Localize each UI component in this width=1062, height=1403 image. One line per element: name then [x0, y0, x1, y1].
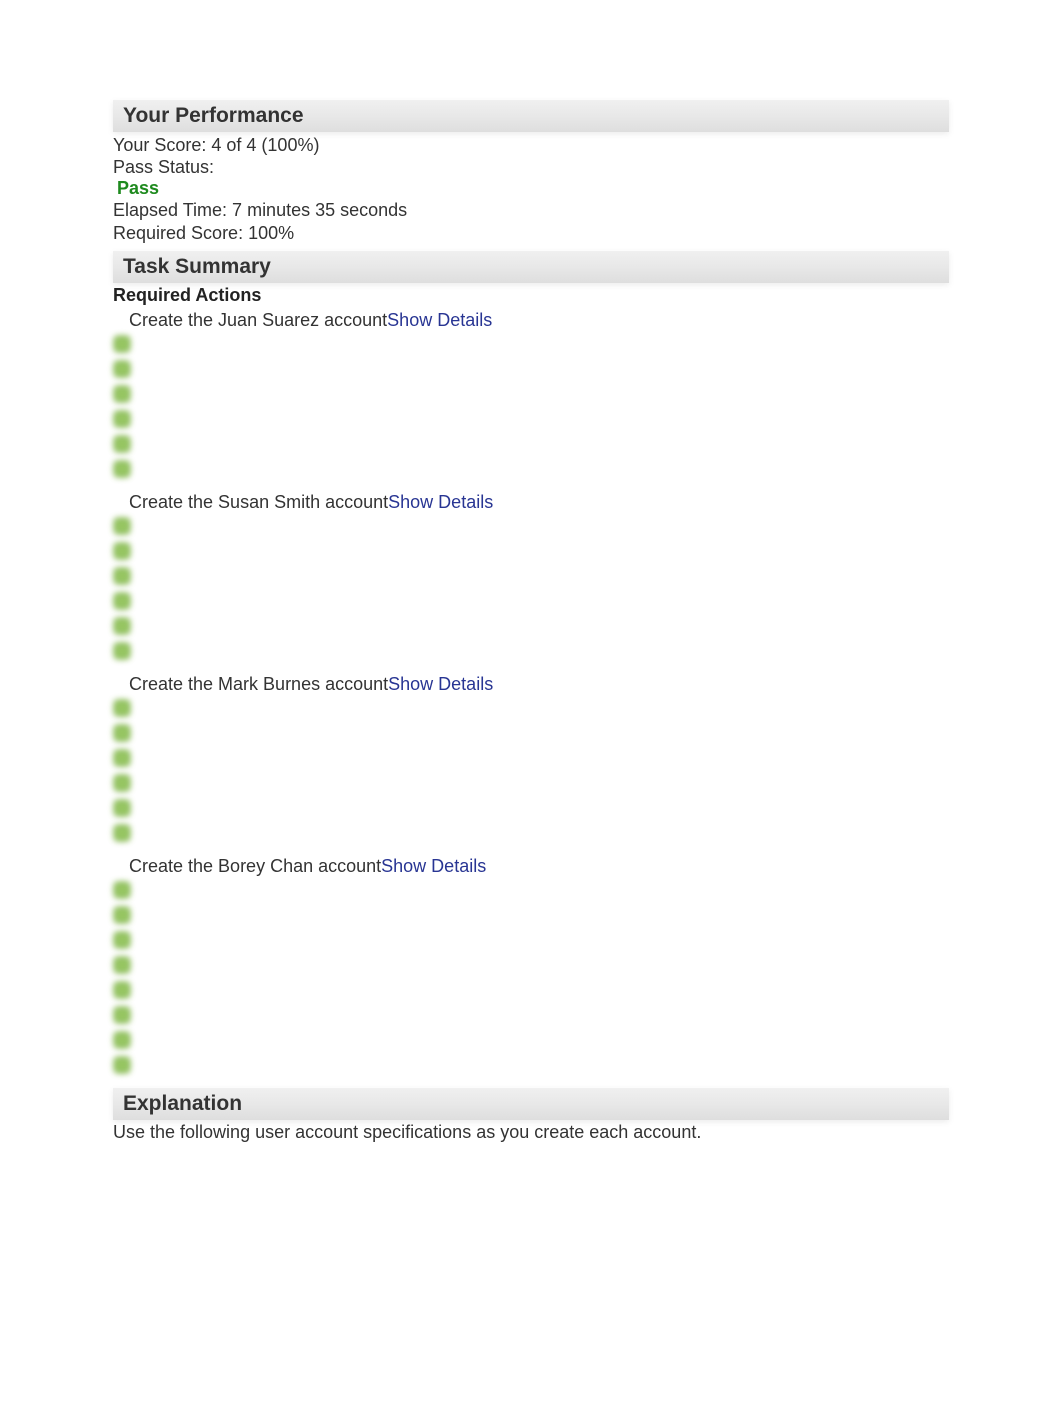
task-summary-section: Task Summary Required Actions Create the… [113, 251, 949, 1074]
check-indicator-icon [113, 1031, 131, 1049]
explanation-text: Use the following user account specifica… [113, 1122, 949, 1143]
score-line: Your Score: 4 of 4 (100%) [113, 134, 949, 157]
action-item: Create the Mark Burnes accountShow Detai… [113, 674, 949, 842]
explanation-header: Explanation [113, 1088, 949, 1120]
action-item: Create the Borey Chan accountShow Detail… [113, 856, 949, 1074]
check-indicator-icon [113, 335, 131, 353]
action-text: Create the Borey Chan account [113, 856, 381, 877]
show-details-link[interactable]: Show Details [381, 856, 486, 877]
check-indicator-icon [113, 360, 131, 378]
subitem-indicators [113, 699, 949, 842]
check-indicator-icon [113, 435, 131, 453]
subitem-indicators [113, 517, 949, 660]
check-indicator-icon [113, 724, 131, 742]
check-indicator-icon [113, 931, 131, 949]
task-summary-header: Task Summary [113, 251, 949, 283]
check-indicator-icon [113, 410, 131, 428]
check-indicator-icon [113, 592, 131, 610]
performance-header: Your Performance [113, 100, 949, 132]
check-indicator-icon [113, 699, 131, 717]
elapsed-time: Elapsed Time: 7 minutes 35 seconds [113, 199, 949, 222]
check-indicator-icon [113, 824, 131, 842]
show-details-link[interactable]: Show Details [388, 492, 493, 513]
subitem-indicators [113, 335, 949, 478]
required-actions-heading: Required Actions [113, 285, 949, 306]
check-indicator-icon [113, 956, 131, 974]
show-details-link[interactable]: Show Details [387, 310, 492, 331]
check-indicator-icon [113, 542, 131, 560]
action-item: Create the Juan Suarez accountShow Detai… [113, 310, 949, 478]
explanation-section: Explanation Use the following user accou… [113, 1088, 949, 1143]
check-indicator-icon [113, 567, 131, 585]
action-item: Create the Susan Smith accountShow Detai… [113, 492, 949, 660]
check-indicator-icon [113, 385, 131, 403]
required-score: Required Score: 100% [113, 222, 949, 245]
pass-status-label: Pass Status: [113, 157, 949, 178]
check-indicator-icon [113, 1056, 131, 1074]
action-text: Create the Mark Burnes account [113, 674, 388, 695]
subitem-indicators [113, 881, 949, 1074]
action-row: Create the Mark Burnes accountShow Detai… [113, 674, 949, 695]
check-indicator-icon [113, 981, 131, 999]
action-text: Create the Juan Suarez account [113, 310, 387, 331]
action-row: Create the Borey Chan accountShow Detail… [113, 856, 949, 877]
check-indicator-icon [113, 617, 131, 635]
check-indicator-icon [113, 1006, 131, 1024]
action-text: Create the Susan Smith account [113, 492, 388, 513]
check-indicator-icon [113, 460, 131, 478]
pass-status-badge: Pass [113, 178, 159, 199]
check-indicator-icon [113, 799, 131, 817]
check-indicator-icon [113, 881, 131, 899]
check-indicator-icon [113, 517, 131, 535]
check-indicator-icon [113, 642, 131, 660]
performance-section: Your Performance Your Score: 4 of 4 (100… [113, 100, 949, 245]
show-details-link[interactable]: Show Details [388, 674, 493, 695]
action-row: Create the Susan Smith accountShow Detai… [113, 492, 949, 513]
check-indicator-icon [113, 749, 131, 767]
check-indicator-icon [113, 906, 131, 924]
check-indicator-icon [113, 774, 131, 792]
action-row: Create the Juan Suarez accountShow Detai… [113, 310, 949, 331]
